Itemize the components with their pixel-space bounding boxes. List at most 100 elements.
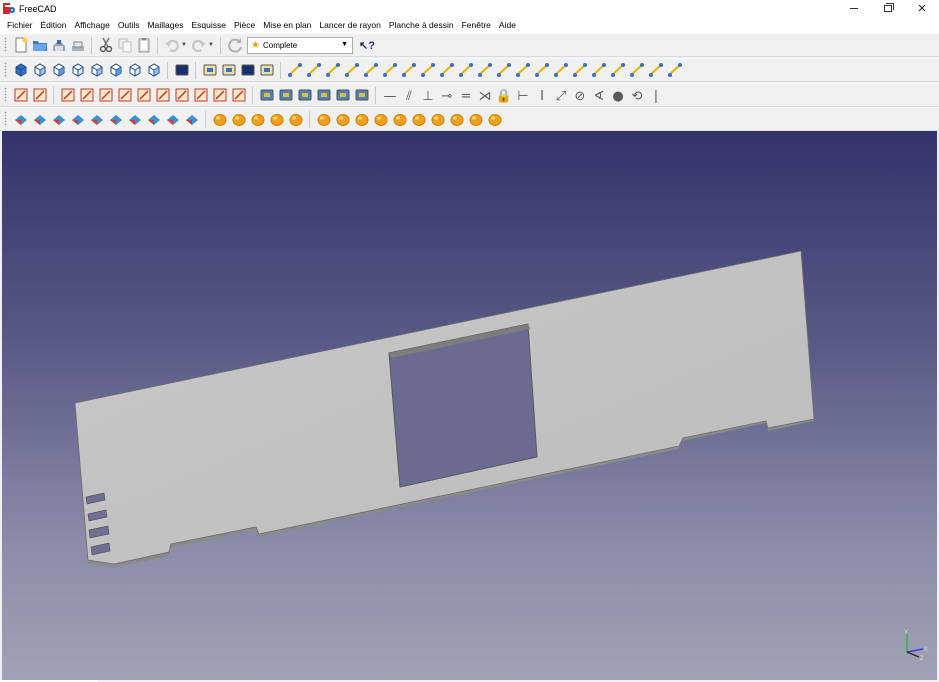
redo-dropdown[interactable]: ▼ [208,37,214,53]
raytracing-export-view-icon[interactable] [354,87,370,103]
mesh-harmonize-icon[interactable] [89,111,105,127]
constrain-radius-icon[interactable]: ● [610,87,626,104]
part-cone-icon[interactable] [269,111,285,127]
menu-maillages[interactable]: Maillages [144,17,188,33]
raytracing-dropdown-icon[interactable] [335,87,351,103]
draft-add-point-icon[interactable] [629,62,645,78]
measure-icon[interactable] [174,62,190,78]
refresh-icon[interactable] [227,37,243,53]
menu-affichage[interactable]: Affichage [71,17,114,33]
draft-upgrade-icon[interactable] [534,62,550,78]
view-front-icon[interactable] [51,62,67,78]
constrain-vertical-distance-icon[interactable]: ∢ [591,87,607,104]
sketch-validate-icon[interactable] [231,87,247,103]
sketch-trim-icon[interactable] [193,87,209,103]
draft-circle-icon[interactable] [325,62,341,78]
draft-scale-icon[interactable] [572,62,588,78]
menu-outils[interactable]: Outils [114,17,144,33]
mesh-flip-normals-icon[interactable] [108,111,124,127]
new-a3-page-icon[interactable] [221,62,237,78]
view-bottom-icon[interactable] [127,62,143,78]
part-box-icon[interactable] [212,111,228,127]
mesh-from-shape-icon[interactable] [51,111,67,127]
sketch-rectangle-icon[interactable] [155,87,171,103]
draft-offset-icon[interactable] [496,62,512,78]
mesh-union-icon[interactable] [146,111,162,127]
toolbar-grip[interactable] [4,111,7,127]
constrain-coincident-icon[interactable]: 🔒 [495,87,511,104]
draft-rotate-icon[interactable] [477,62,493,78]
part-chamfer-icon[interactable] [487,111,503,127]
draft-wire-icon[interactable] [306,62,322,78]
mesh-export-icon[interactable] [32,111,48,127]
view-axonometric-icon[interactable] [32,62,48,78]
copy-icon[interactable] [117,37,133,53]
toolbar-grip[interactable] [4,62,7,78]
view-right-icon[interactable] [89,62,105,78]
toolbar-grip[interactable] [4,37,7,53]
draft-text-icon[interactable] [420,62,436,78]
restore-button[interactable] [871,0,905,17]
cut-icon[interactable] [98,37,114,53]
what-is-this-icon[interactable]: ↖? [359,39,375,52]
workbench-selector[interactable]: ★ Complete ▼ [247,36,353,54]
new-sketch-icon[interactable] [13,87,29,103]
part-boolean-icon[interactable] [316,111,332,127]
constrain-equal-icon[interactable]: ⊢ [515,87,531,104]
paste-icon[interactable] [136,37,152,53]
mesh-intersection-icon[interactable] [165,111,181,127]
part-revolve-icon[interactable] [430,111,446,127]
draft-bspline-icon[interactable] [401,62,417,78]
menu-mise-en-plan[interactable]: Mise en plan [259,17,315,33]
sketch-arc-icon[interactable] [136,87,152,103]
sketch-point-icon[interactable] [60,87,76,103]
minimize-button[interactable] [837,0,871,17]
draft-rectangle-icon[interactable] [363,62,379,78]
export-page-icon[interactable] [259,62,275,78]
open-document-icon[interactable] [32,37,48,53]
part-cut-icon[interactable] [335,111,351,127]
menu-planche-a-dessin[interactable]: Planche à dessin [385,17,458,33]
sketch-polyline-icon[interactable] [79,87,95,103]
raytracing-export-icon[interactable] [316,87,332,103]
draft-shape-to-2d-icon[interactable] [667,62,683,78]
part-fuse-icon[interactable] [354,111,370,127]
draft-dimension-icon[interactable] [439,62,455,78]
undo-dropdown[interactable]: ▼ [181,37,187,53]
draft-line-icon[interactable] [287,62,303,78]
new-drawing-page-icon[interactable] [202,62,218,78]
save-as-icon[interactable] [70,37,86,53]
draft-arc-icon[interactable] [344,62,360,78]
view-rear-icon[interactable] [108,62,124,78]
part-cylinder-icon[interactable] [231,111,247,127]
close-button[interactable]: ✕ [905,0,939,17]
insert-view-icon[interactable] [240,62,256,78]
draft-trimex-icon[interactable] [515,62,531,78]
constrain-diameter-icon[interactable]: ⟲ [629,87,645,104]
sketch-circle-icon[interactable] [98,87,114,103]
new-document-icon[interactable] [13,37,29,53]
redo-icon[interactable] [191,37,207,53]
view-fit-all-icon[interactable] [13,62,29,78]
toolbar-grip[interactable] [4,87,7,103]
constrain-symmetric-icon[interactable]: Ι [534,87,550,104]
mesh-import-icon[interactable] [13,111,29,127]
menu-piece[interactable]: Pièce [230,17,259,33]
sketch-line-icon[interactable] [117,87,133,103]
constrain-horizontal-icon[interactable]: ⊸ [439,87,455,104]
part-sphere-icon[interactable] [250,111,266,127]
constrain-angle-icon[interactable]: | [648,87,664,104]
menu-edition[interactable]: Édition [37,17,71,33]
menu-fenetre[interactable]: Fenêtre [458,17,495,33]
constrain-parallel-icon[interactable]: = [458,87,474,104]
constrain-vertical-icon[interactable]: ⊥ [420,87,436,104]
draft-wire-to-bspline-icon[interactable] [610,62,626,78]
menu-fichier[interactable]: Fichier [3,17,37,33]
mesh-difference-icon[interactable] [184,111,200,127]
part-extrude-icon[interactable] [411,111,427,127]
constrain-tangent-icon[interactable]: ⫽ [401,87,417,104]
part-mirror-icon[interactable] [449,111,465,127]
draft-polygon-icon[interactable] [382,62,398,78]
draft-move-icon[interactable] [458,62,474,78]
part-common-icon[interactable] [373,111,389,127]
